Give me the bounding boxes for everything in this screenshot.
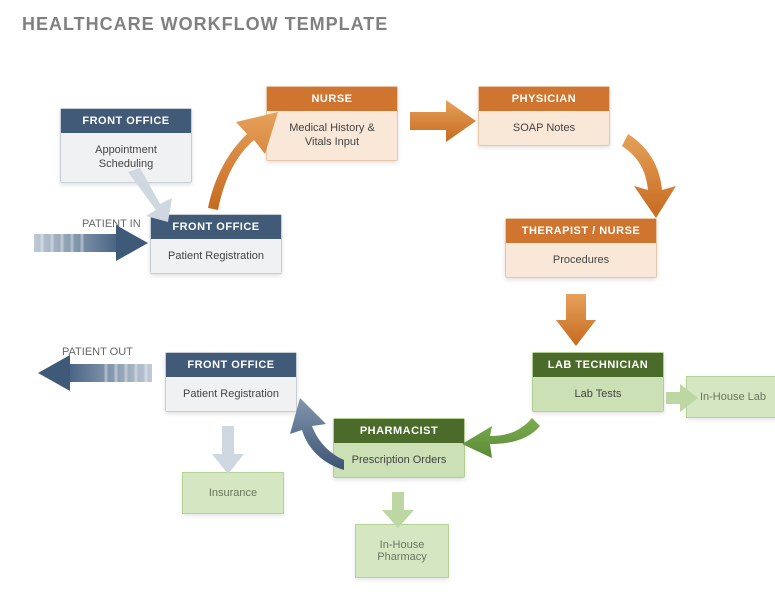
card-lab-technician: LAB TECHNICIAN Lab Tests: [532, 352, 664, 412]
arrow-lab-to-pharmacist-icon: [462, 418, 540, 458]
card-role: FRONT OFFICE: [166, 353, 296, 377]
label-patient-out: PATIENT OUT: [62, 346, 133, 358]
card-role: LAB TECHNICIAN: [533, 353, 663, 377]
card-role: NURSE: [267, 87, 397, 111]
page-title: HEALTHCARE WORKFLOW TEMPLATE: [22, 14, 388, 35]
card-task: Appointment Scheduling: [61, 133, 191, 182]
arrow-therapist-to-lab-icon: [556, 294, 596, 346]
card-front-office-registration-1: FRONT OFFICE Patient Registration: [150, 214, 282, 274]
card-task: SOAP Notes: [479, 111, 609, 145]
arrow-nurse-to-physician-icon: [410, 100, 476, 142]
card-role: PHARMACIST: [334, 419, 464, 443]
card-therapist-nurse: THERAPIST / NURSE Procedures: [505, 218, 657, 278]
card-pharmacist: PHARMACIST Prescription Orders: [333, 418, 465, 478]
workflow-canvas: HEALTHCARE WORKFLOW TEMPLATE PATIENT IN …: [0, 0, 775, 610]
card-front-office-registration-2: FRONT OFFICE Patient Registration: [165, 352, 297, 412]
label-patient-in: PATIENT IN: [82, 218, 141, 230]
arrow-patient-out-icon: [38, 355, 152, 391]
card-role: THERAPIST / NURSE: [506, 219, 656, 243]
card-nurse: NURSE Medical History & Vitals Input: [266, 86, 398, 161]
card-task: Patient Registration: [166, 377, 296, 411]
card-task: Prescription Orders: [334, 443, 464, 477]
card-role: FRONT OFFICE: [61, 109, 191, 133]
card-task: Lab Tests: [533, 377, 663, 411]
card-front-office-appointment: FRONT OFFICE Appointment Scheduling: [60, 108, 192, 183]
aux-insurance: Insurance: [182, 472, 284, 514]
arrow-patient-in-icon: [34, 225, 148, 261]
arrow-physician-to-therapist-icon: [622, 134, 676, 218]
card-role: PHYSICIAN: [479, 87, 609, 111]
aux-inhouse-pharmacy: In-House Pharmacy: [355, 524, 449, 578]
card-task: Medical History & Vitals Input: [267, 111, 397, 160]
card-physician: PHYSICIAN SOAP Notes: [478, 86, 610, 146]
card-task: Patient Registration: [151, 239, 281, 273]
arrow-pharm-to-inpharm-icon: [382, 492, 414, 528]
card-role: FRONT OFFICE: [151, 215, 281, 239]
arrow-fo-to-insurance-icon: [212, 426, 244, 474]
card-task: Procedures: [506, 243, 656, 277]
aux-inhouse-lab: In-House Lab: [686, 376, 775, 418]
